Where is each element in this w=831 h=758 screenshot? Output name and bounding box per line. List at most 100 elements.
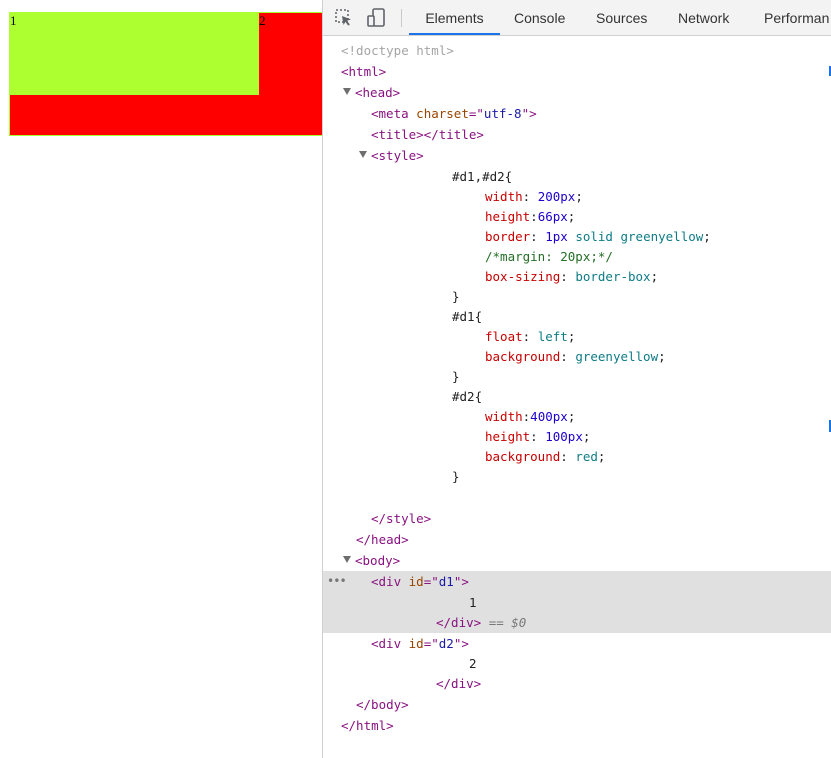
- css-line: #d2{: [323, 386, 831, 407]
- dom-node-div-d1-close[interactable]: </div> == $0: [323, 612, 831, 633]
- toolbar-separator: [401, 9, 402, 27]
- head-open-tag: <head>: [355, 85, 401, 100]
- dom-node-html[interactable]: <html>: [323, 61, 831, 82]
- css-value: solid: [575, 229, 613, 244]
- css-line: width: 200px;: [485, 189, 583, 204]
- css-line: box-sizing: border-box;: [485, 269, 659, 284]
- body-open-tag: <body>: [355, 553, 401, 568]
- css-selector: #d1,#d2{: [452, 169, 513, 184]
- div-tag-name: div: [378, 636, 402, 651]
- css-line: height: 100px;: [485, 429, 591, 444]
- html-close-tag: </html>: [341, 718, 394, 733]
- device-toolbar-icon[interactable]: [366, 8, 386, 28]
- div-tag-name: div: [378, 574, 402, 589]
- expand-triangle-icon[interactable]: [343, 556, 351, 563]
- css-line: /*margin: 20px;*/: [323, 246, 831, 267]
- title-tag: <title></title>: [371, 127, 484, 142]
- css-property: background: [485, 349, 561, 364]
- css-value: 200px: [537, 189, 576, 204]
- css-brace: }: [452, 369, 460, 384]
- css-value: 1px: [545, 229, 568, 244]
- tab-network[interactable]: Network: [678, 0, 729, 35]
- dom-node-style[interactable]: <style>: [323, 145, 831, 166]
- meta-tag-name: meta: [378, 106, 409, 121]
- tab-sources[interactable]: Sources: [596, 0, 647, 35]
- css-line: float: left;: [485, 329, 576, 344]
- d1-box[interactable]: [9, 12, 259, 95]
- devtools-panel: Elements Console Sources Network Perform…: [322, 0, 831, 758]
- more-options-icon[interactable]: •••: [327, 571, 347, 592]
- devtools-toolbar: Elements Console Sources Network Perform…: [323, 0, 831, 36]
- div-d1-text: 1: [469, 595, 477, 610]
- expand-triangle-icon[interactable]: [359, 151, 367, 158]
- css-property: width: [485, 409, 523, 424]
- tab-console[interactable]: Console: [514, 0, 565, 35]
- head-close-tag: </head>: [356, 532, 409, 547]
- dom-node-doctype[interactable]: <!doctype html>: [323, 40, 831, 61]
- css-property: height: [485, 429, 531, 444]
- html-open-tag: <html>: [341, 64, 387, 79]
- div-attr-value: d2: [438, 636, 454, 651]
- div-attr-value: d1: [438, 574, 454, 589]
- dom-node-div-d1[interactable]: ••• <div id="d1">: [323, 571, 831, 592]
- tab-elements[interactable]: Elements: [409, 0, 500, 35]
- css-line: background: greenyellow;: [485, 349, 666, 364]
- style-open-tag: <style>: [371, 148, 424, 163]
- dom-node-div-d2-close[interactable]: </div>: [323, 673, 831, 694]
- expand-triangle-icon[interactable]: [343, 88, 351, 95]
- css-value: left: [537, 329, 568, 344]
- dom-node-div-d2-text[interactable]: 2: [323, 653, 831, 674]
- div-close-tag: </div>: [436, 676, 482, 691]
- css-value: 100px: [545, 429, 583, 444]
- d1-text: 1: [10, 13, 17, 28]
- dom-node-title[interactable]: <title></title>: [323, 124, 831, 145]
- d2-text: 2: [259, 13, 266, 28]
- css-line: #d1,#d2{: [323, 166, 831, 187]
- css-property: width: [485, 189, 523, 204]
- css-property: height: [485, 209, 531, 224]
- css-line: }: [323, 366, 831, 387]
- css-selector: #d2{: [452, 389, 483, 404]
- css-line: background: red;: [485, 449, 606, 464]
- css-property: float: [485, 329, 523, 344]
- selected-node-marker: == $0: [488, 615, 527, 630]
- dom-node-body-close[interactable]: </body>: [323, 694, 831, 715]
- meta-attr-name: charset: [416, 106, 469, 121]
- dom-node-head-close[interactable]: </head>: [323, 529, 831, 550]
- dom-node-body[interactable]: <body>: [323, 550, 831, 571]
- css-brace: }: [452, 289, 460, 304]
- css-line: }: [323, 466, 831, 487]
- css-line: border: 1px solid greenyellow;: [485, 229, 711, 244]
- css-value: 66px: [537, 209, 568, 224]
- css-property: border: [485, 229, 531, 244]
- meta-attr-value: utf-8: [483, 106, 522, 121]
- css-value: border-box: [575, 269, 651, 284]
- div-close-tag: </div>: [436, 615, 482, 630]
- css-property: box-sizing: [485, 269, 561, 284]
- css-value: greenyellow: [620, 229, 704, 244]
- dom-node-head[interactable]: <head>: [323, 82, 831, 103]
- div-attr-name: id: [408, 574, 424, 589]
- doctype-text: <!doctype html>: [341, 43, 454, 58]
- css-line: height:66px;: [485, 209, 576, 224]
- css-value: greenyellow: [575, 349, 659, 364]
- dom-node-meta[interactable]: <meta charset="utf-8">: [323, 103, 831, 124]
- css-value: 400px: [530, 409, 568, 424]
- dom-node-div-d1-text[interactable]: 1: [323, 592, 831, 613]
- inspect-element-icon[interactable]: [334, 8, 354, 28]
- tab-performance[interactable]: Performan: [764, 0, 829, 35]
- dom-node-style-close[interactable]: </style>: [323, 508, 831, 529]
- div-d2-text: 2: [469, 656, 477, 671]
- css-selector: #d1{: [452, 309, 483, 324]
- dom-tree: <!doctype html> <html> <head> <meta char…: [323, 36, 831, 758]
- dom-node-div-d2[interactable]: <div id="d2">: [323, 633, 831, 654]
- dom-node-html-close[interactable]: </html>: [323, 715, 831, 736]
- css-property: background: [485, 449, 561, 464]
- css-comment: /*margin: 20px;*/: [485, 249, 613, 264]
- css-line: #d1{: [323, 306, 831, 327]
- css-line: }: [323, 286, 831, 307]
- css-brace: }: [452, 469, 460, 484]
- div-attr-name: id: [408, 636, 424, 651]
- style-close-tag: </style>: [371, 511, 432, 526]
- page-viewport: 1 2: [0, 0, 322, 758]
